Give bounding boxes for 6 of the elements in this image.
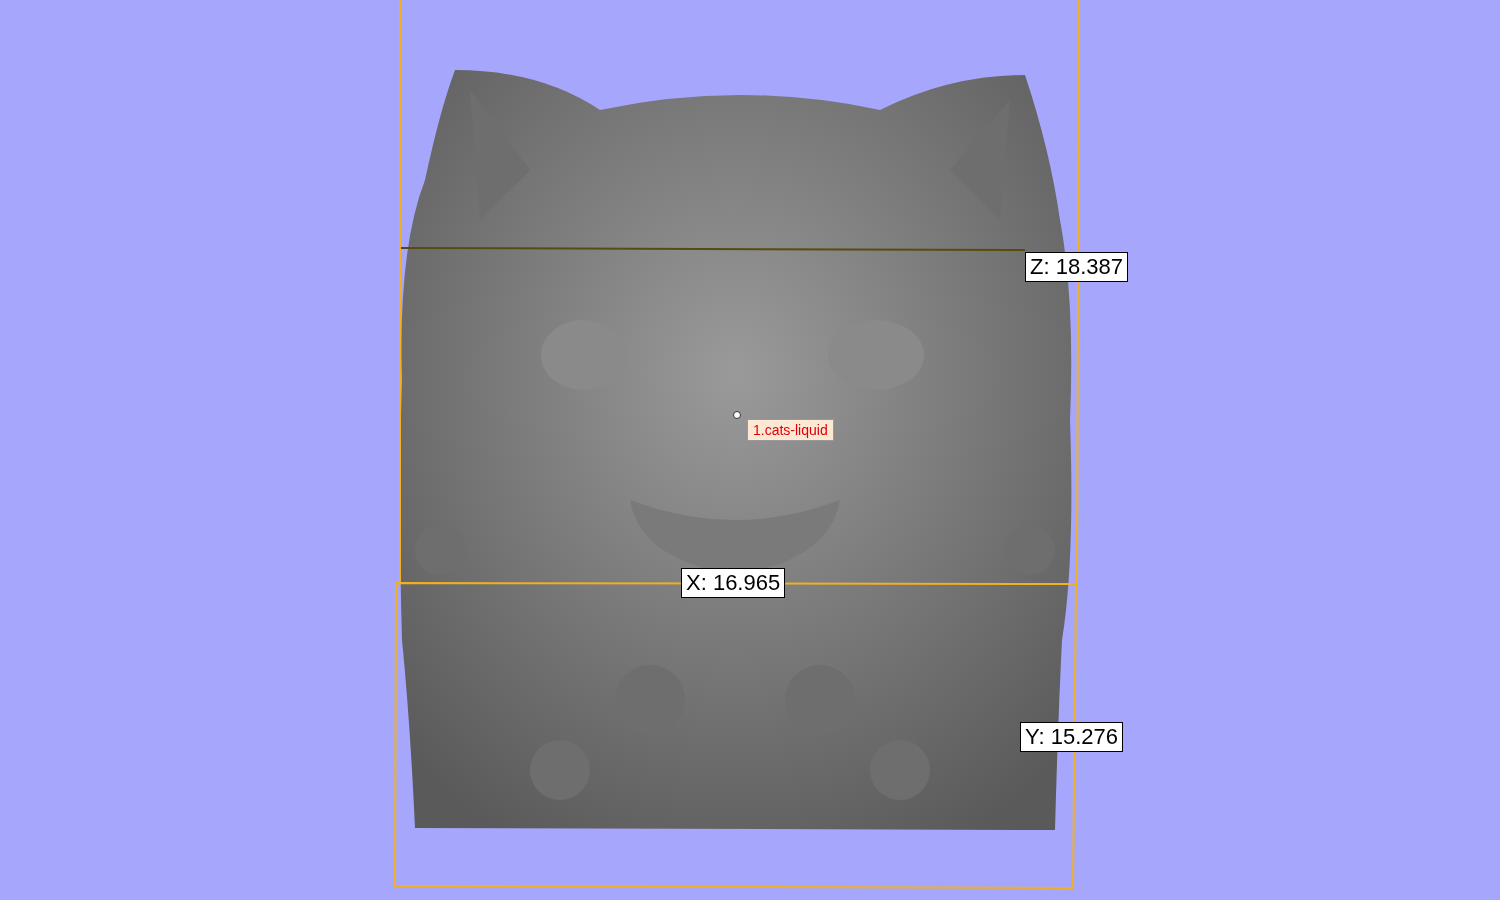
- dimension-label: Y: 15.276: [1020, 722, 1123, 752]
- pick-point-marker: [733, 411, 741, 419]
- dimension-label: X: 16.965: [681, 568, 786, 598]
- part-label: 1.cats-liquid: [747, 419, 834, 441]
- 3d-viewport[interactable]: 1.cats-liquid Z: 18.387 X: 16.965 Y: 15.276: [0, 0, 1500, 900]
- dimension-label: Z: 18.387: [1025, 252, 1128, 282]
